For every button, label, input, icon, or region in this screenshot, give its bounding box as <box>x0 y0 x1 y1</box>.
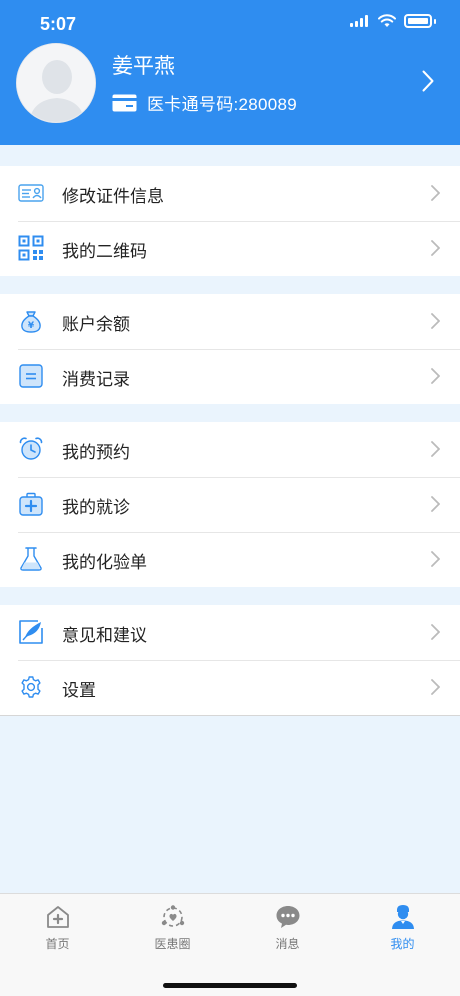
status-bar: 5:07 <box>0 0 460 44</box>
medical-kit-icon <box>19 492 43 516</box>
menu-group-medical: 我的预约 我的就诊 我的化验单 <box>0 422 460 587</box>
user-name: 姜平燕 <box>112 55 175 78</box>
svg-text:¥: ¥ <box>28 321 35 331</box>
battery-icon <box>404 14 432 28</box>
menu-item-my-visits[interactable]: 我的就诊 <box>0 477 460 532</box>
menu-item-my-qr-code[interactable]: 我的二维码 <box>0 221 460 276</box>
menu-item-settings[interactable]: 设置 <box>0 660 460 715</box>
menu-item-label: 我的预约 <box>62 443 130 462</box>
tab-mine[interactable]: 我的 <box>345 904 460 952</box>
tab-label: 首页 <box>45 937 70 951</box>
chevron-right-icon <box>431 368 440 384</box>
menu-item-label: 账户余额 <box>62 315 130 334</box>
card-number-row: 医卡通号码:280089 <box>112 90 297 115</box>
flask-icon <box>20 547 42 571</box>
tab-doctor-circle[interactable]: 医患圈 <box>115 904 230 952</box>
edit-feather-icon <box>19 620 43 644</box>
chevron-right-icon <box>431 679 440 695</box>
avatar-placeholder-icon <box>17 44 95 122</box>
menu-group-account: ¥ 账户余额 消费记录 <box>0 294 460 404</box>
menu-item-my-appointments[interactable]: 我的预约 <box>0 422 460 477</box>
signal-icon <box>350 15 368 27</box>
doctor-circle-icon <box>161 905 184 927</box>
menu-item-label: 我的化验单 <box>62 553 147 572</box>
tab-bar: 首页 医患圈 消息 我的 <box>0 893 460 996</box>
chevron-right-icon <box>431 185 440 201</box>
chevron-right-icon <box>431 313 440 329</box>
menu-list: 修改证件信息 我的二维码 ¥ 账户余额 消费记录 我的预约 我的就诊 我的化验单… <box>0 166 460 716</box>
money-bag-icon: ¥ <box>21 311 41 333</box>
menu-item-label: 消费记录 <box>62 370 130 389</box>
chevron-right-icon <box>431 624 440 640</box>
chevron-right-icon <box>431 240 440 256</box>
menu-item-label: 我的二维码 <box>62 242 147 261</box>
user-icon <box>391 905 414 929</box>
menu-item-feedback[interactable]: 意见和建议 <box>0 605 460 660</box>
tab-messages[interactable]: 消息 <box>230 904 345 952</box>
tab-label: 我的 <box>390 937 415 951</box>
card-icon <box>112 94 137 111</box>
profile-header: 5:07 姜平燕 医卡通号码:280089 <box>0 0 460 145</box>
receipt-icon <box>19 364 43 388</box>
chevron-right-icon <box>431 496 440 512</box>
tab-label: 消息 <box>275 937 300 951</box>
qr-code-icon <box>18 235 44 261</box>
chevron-right-icon <box>431 441 440 457</box>
menu-item-label: 设置 <box>62 681 96 700</box>
gear-icon <box>21 676 41 698</box>
menu-item-label: 意见和建议 <box>62 626 147 645</box>
chevron-right-icon <box>431 551 440 567</box>
tab-label: 医患圈 <box>154 937 191 951</box>
wifi-icon <box>378 14 396 27</box>
chat-bubble-icon <box>276 906 299 928</box>
menu-item-my-lab-reports[interactable]: 我的化验单 <box>0 532 460 587</box>
menu-item-edit-id-info[interactable]: 修改证件信息 <box>0 166 460 221</box>
id-card-icon <box>18 184 44 202</box>
profile-chevron-right-icon[interactable] <box>422 70 434 92</box>
battery-tip <box>434 18 436 24</box>
status-icons <box>350 14 436 28</box>
menu-group-other: 意见和建议 设置 <box>0 605 460 716</box>
alarm-clock-icon <box>19 437 43 460</box>
status-time: 5:07 <box>40 14 77 34</box>
home-indicator <box>163 983 297 988</box>
menu-item-account-balance[interactable]: ¥ 账户余额 <box>0 294 460 349</box>
tab-home[interactable]: 首页 <box>0 904 115 952</box>
menu-group-profile: 修改证件信息 我的二维码 <box>0 166 460 276</box>
menu-item-label: 我的就诊 <box>62 498 130 517</box>
menu-item-label: 修改证件信息 <box>62 187 164 206</box>
card-number-label: 医卡通号码:280089 <box>147 95 298 114</box>
home-plus-icon <box>46 906 69 928</box>
menu-item-consumption-records[interactable]: 消费记录 <box>0 349 460 404</box>
avatar[interactable] <box>16 43 96 123</box>
